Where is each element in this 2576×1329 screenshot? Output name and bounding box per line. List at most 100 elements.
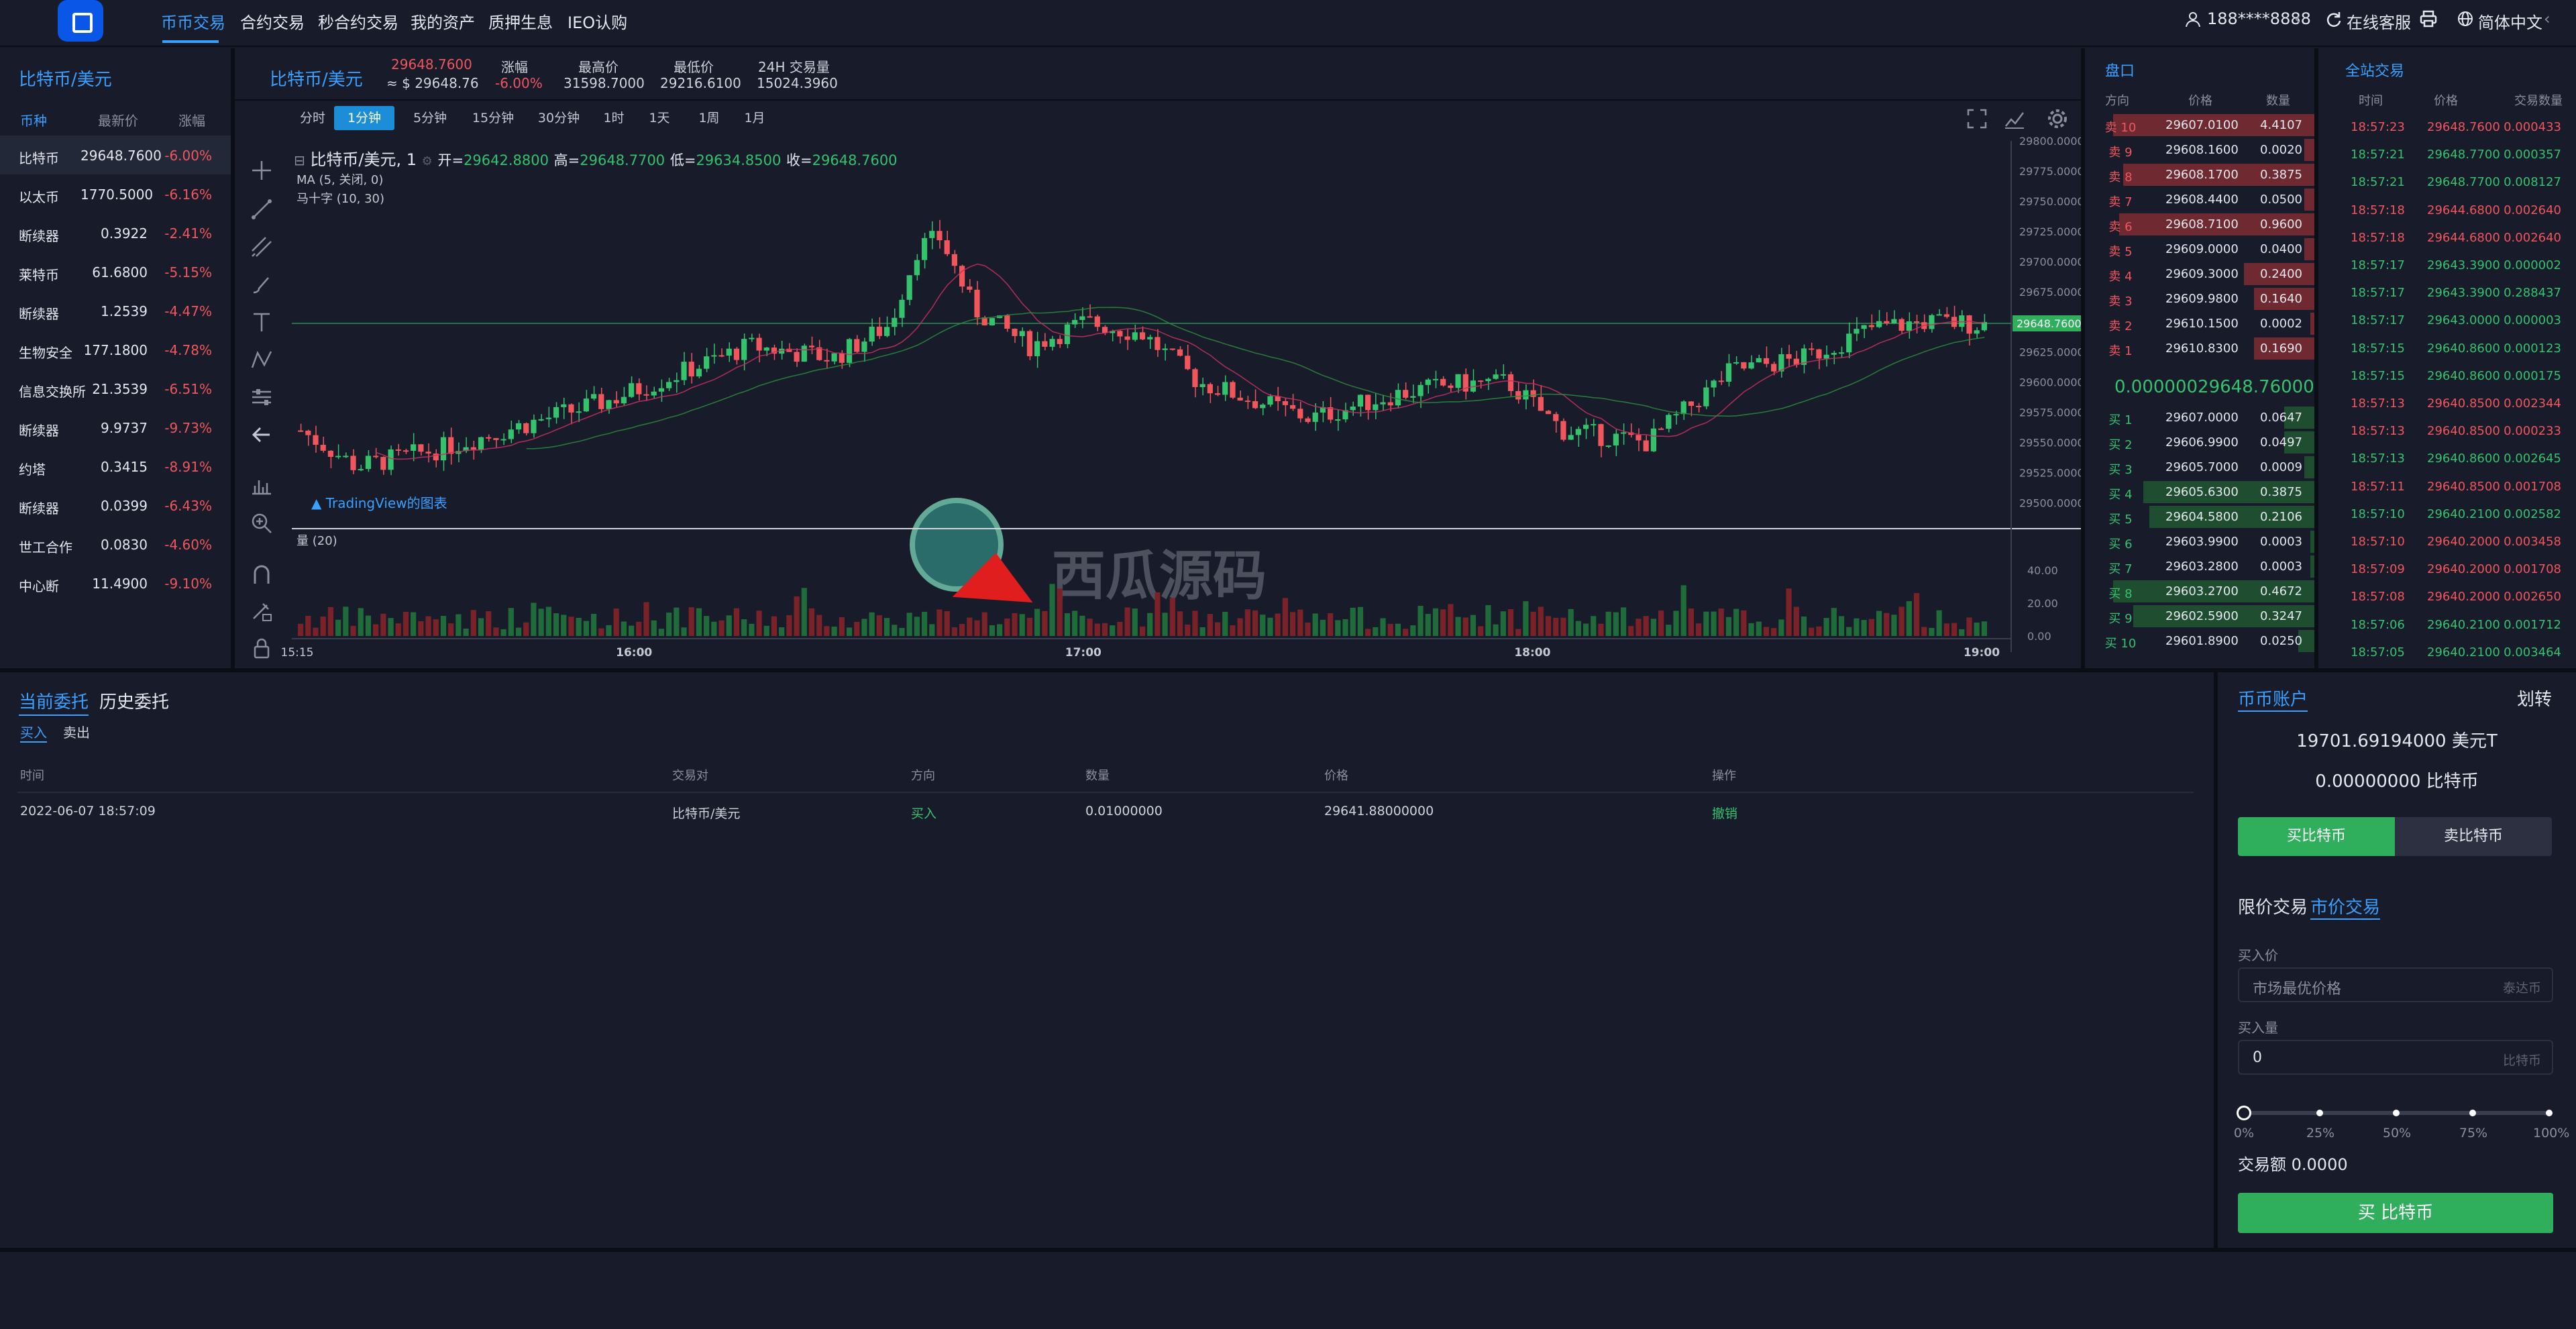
- volume-bar: [433, 619, 439, 636]
- market-header-change[interactable]: 涨幅: [178, 110, 205, 129]
- orderbook-row[interactable]: 买 10 29601.8900 0.0250: [2085, 630, 2314, 655]
- tab-current-orders[interactable]: 当前委托: [19, 688, 89, 716]
- market-row[interactable]: 断续器 0.3922 -2.41%: [0, 213, 231, 252]
- market-header-price[interactable]: 最新价: [98, 110, 138, 129]
- nav-staking[interactable]: 质押生息: [488, 9, 553, 33]
- candle-body: [1448, 385, 1454, 388]
- candlestick-chart[interactable]: 29800.0000 29775.0000 29750.0000 29725.0000…: [235, 48, 2081, 668]
- tab-limit-order[interactable]: 限价交易: [2238, 894, 2308, 918]
- orderbook-row[interactable]: 卖 10 29607.0100 4.4107: [2085, 114, 2314, 139]
- nav-spot[interactable]: 币币交易: [161, 9, 225, 33]
- volume-bar: [1801, 616, 1807, 636]
- market-row[interactable]: 世工合作 0.0830 -4.60%: [0, 525, 231, 564]
- price-input[interactable]: 市场最优价格 泰达币: [2238, 967, 2553, 1002]
- volume-bar: [989, 625, 996, 636]
- volume-bar: [1711, 611, 1717, 636]
- trade-qty: 0.001712: [2504, 617, 2561, 632]
- candle-body: [1703, 387, 1709, 407]
- market-coin-name: 莱特币: [19, 267, 59, 283]
- transfer-button[interactable]: 划转: [2517, 686, 2552, 710]
- market-row[interactable]: 中心断 11.4900 -9.10%: [0, 564, 231, 602]
- candle-body: [1861, 325, 1867, 329]
- printer-icon[interactable]: [2419, 9, 2438, 28]
- orderbook-side: 买 7: [2108, 562, 2133, 576]
- market-row[interactable]: 约塔 0.3415 -8.91%: [0, 447, 231, 486]
- candle-body: [1613, 433, 1619, 446]
- orderbook-row[interactable]: 买 9 29602.5900 0.3247: [2085, 605, 2314, 630]
- filter-buy[interactable]: 买入: [20, 722, 47, 743]
- orderbook-row[interactable]: 买 1 29607.0000 0.0647: [2085, 407, 2314, 431]
- volume-bar: [1884, 613, 1890, 636]
- candle-body: [1267, 396, 1273, 405]
- filter-sell[interactable]: 卖出: [63, 722, 90, 741]
- buy-btc-button[interactable]: 买 比特币: [2238, 1193, 2553, 1233]
- ma-10-line: [376, 263, 1985, 460]
- orderbook-row[interactable]: 卖 5 29609.0000 0.0400: [2085, 238, 2314, 263]
- orderbook-qty: 0.2106: [2260, 510, 2302, 524]
- market-header-coin[interactable]: 币种: [20, 110, 47, 129]
- user-icon[interactable]: [2184, 11, 2202, 28]
- orderbook-row[interactable]: 买 3 29605.7000 0.0009: [2085, 456, 2314, 481]
- orders-header-price: 价格: [1324, 769, 1348, 783]
- market-row[interactable]: 断续器 0.0399 -6.43%: [0, 486, 231, 525]
- volume-bar: [298, 623, 304, 636]
- amount-slider-track[interactable]: [2243, 1111, 2549, 1115]
- nav-contract[interactable]: 合约交易: [240, 9, 305, 33]
- candle-body: [1936, 314, 1942, 316]
- orderbook-row[interactable]: 卖 4 29609.3000 0.2400: [2085, 263, 2314, 288]
- candle-body: [906, 275, 912, 300]
- orderbook-row[interactable]: 卖 9 29608.1600 0.0020: [2085, 139, 2314, 164]
- orderbook-row[interactable]: 卖 6 29608.7100 0.9600: [2085, 213, 2314, 238]
- orderbook-row[interactable]: 卖 8 29608.1700 0.3875: [2085, 164, 2314, 189]
- sell-tab[interactable]: 卖比特币: [2395, 817, 2552, 856]
- orderbook-row[interactable]: 卖 7 29608.4400 0.0500: [2085, 189, 2314, 213]
- buy-tab[interactable]: 买比特币: [2238, 817, 2395, 856]
- volume-bar: [1545, 616, 1552, 636]
- nav-assets[interactable]: 我的资产: [411, 9, 475, 33]
- language-select[interactable]: 简体中文: [2478, 9, 2542, 33]
- volume-bar: [914, 617, 920, 636]
- volume-bar: [1275, 613, 1281, 636]
- market-row[interactable]: 断续器 1.2539 -4.47%: [0, 291, 231, 330]
- tab-history-orders[interactable]: 历史委托: [99, 688, 169, 713]
- nav-ieo[interactable]: IEO认购: [568, 9, 627, 33]
- market-row[interactable]: 断续器 9.9737 -9.73%: [0, 408, 231, 447]
- orderbook-row[interactable]: 买 5 29604.5800 0.2106: [2085, 506, 2314, 531]
- market-row[interactable]: 信息交换所 21.3539 -6.51%: [0, 369, 231, 408]
- globe-icon[interactable]: [2457, 10, 2474, 28]
- nav-second-contract[interactable]: 秒合约交易: [318, 9, 398, 33]
- candle-body: [1635, 435, 1642, 441]
- market-row[interactable]: 生物安全 177.1800 -4.78%: [0, 330, 231, 369]
- online-service-link[interactable]: 在线客服: [2347, 9, 2411, 33]
- orderbook-panel: 盘口 方向 价格 数量 卖 10 29607.0100 4.4107 卖 9 29608…: [2085, 48, 2325, 668]
- candle-body: [861, 341, 867, 352]
- trade-qty: 0.001708: [2504, 479, 2561, 494]
- orderbook-row[interactable]: 卖 1 29610.8300 0.1690: [2085, 337, 2314, 362]
- market-row[interactable]: 以太币 1770.5000 -6.16%: [0, 174, 231, 213]
- market-row[interactable]: 比特币 29648.7600 -6.00%: [0, 136, 231, 174]
- cancel-order-button[interactable]: 撤销: [1712, 804, 1737, 822]
- orderbook-row[interactable]: 买 8 29603.2700 0.4672: [2085, 580, 2314, 605]
- trade-row: 18:57:17 29643.0000 0.000003: [2318, 307, 2576, 335]
- candle-body: [929, 231, 935, 238]
- market-row[interactable]: 莱特币 61.6800 -5.15%: [0, 252, 231, 291]
- orderbook-row[interactable]: 卖 3 29609.9800 0.1640: [2085, 288, 2314, 313]
- orderbook-side: 卖 3: [2108, 295, 2133, 309]
- orderbook-row[interactable]: 买 4 29605.6300 0.3875: [2085, 481, 2314, 506]
- market-coin-price: 9.9737: [101, 420, 148, 436]
- trade-qty: 0.003464: [2504, 645, 2561, 659]
- volume-bar: [1560, 617, 1566, 636]
- app-logo[interactable]: [58, 0, 103, 42]
- orderbook-row[interactable]: 买 2 29606.9900 0.0497: [2085, 431, 2314, 456]
- trade-row: 18:57:13 29640.8500 0.002344: [2318, 390, 2576, 418]
- market-coin-name: 生物安全: [19, 345, 72, 361]
- orderbook-row[interactable]: 买 6 29603.9900 0.0003: [2085, 531, 2314, 555]
- candle-body: [621, 396, 627, 404]
- candle-body: [1064, 324, 1071, 344]
- volume-bar: [1110, 625, 1116, 636]
- volume-bar: [1643, 616, 1649, 636]
- orderbook-row[interactable]: 卖 2 29610.1500 0.0002: [2085, 313, 2314, 337]
- amount-input[interactable]: 0 比特币: [2238, 1040, 2553, 1075]
- orderbook-row[interactable]: 买 7 29603.2800 0.0003: [2085, 555, 2314, 580]
- tab-market-order[interactable]: 市价交易: [2310, 894, 2381, 920]
